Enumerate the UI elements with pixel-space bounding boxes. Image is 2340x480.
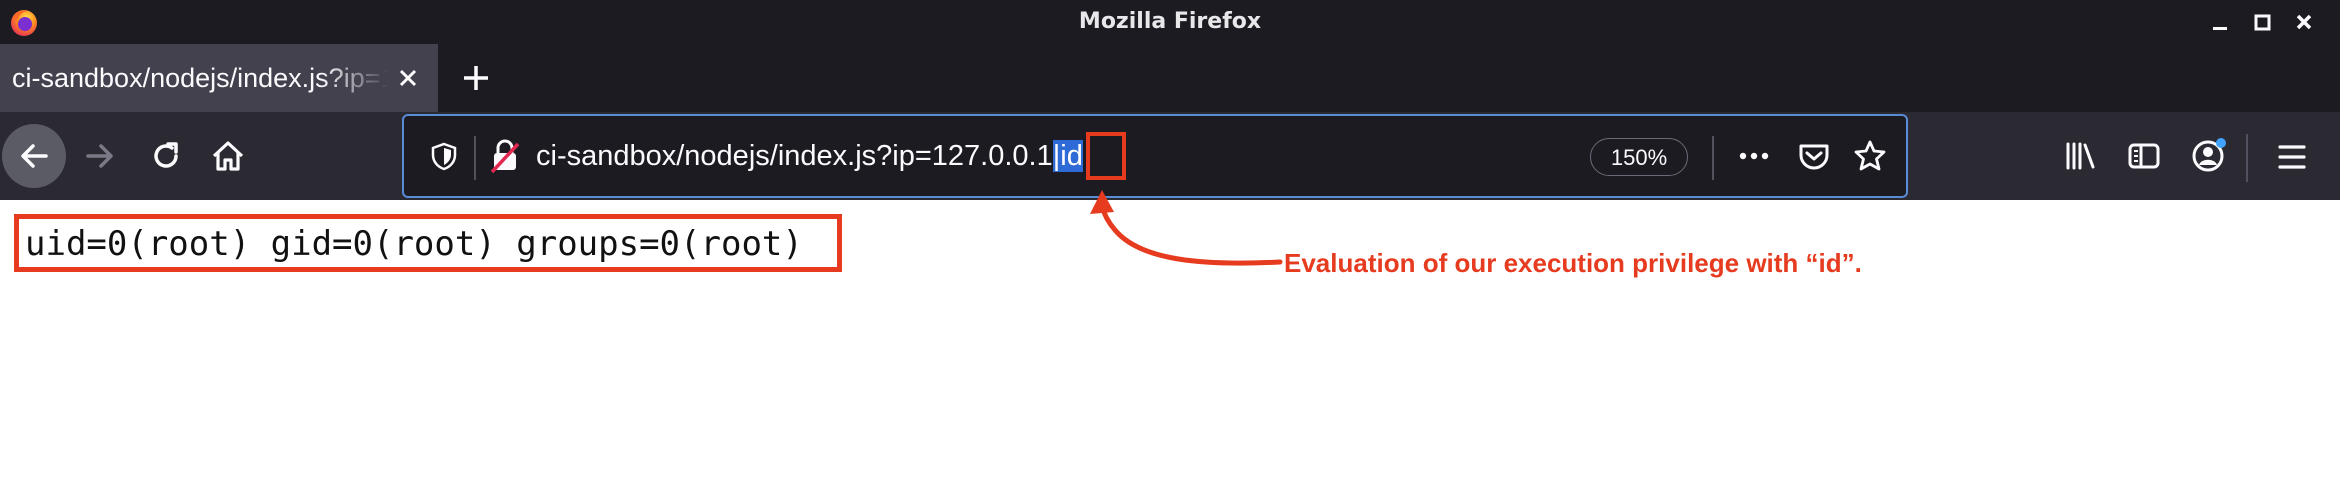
tab-close-icon[interactable]	[392, 62, 424, 94]
command-output: uid=0(root) gid=0(root) groups=0(root)	[25, 224, 803, 264]
maximize-icon[interactable]	[2248, 8, 2276, 36]
url-selection-highlight	[1086, 132, 1126, 180]
zoom-level-button[interactable]: 150%	[1590, 138, 1688, 176]
toolbar-divider	[2246, 134, 2248, 182]
minimize-icon[interactable]	[2206, 8, 2234, 36]
forward-button[interactable]	[80, 136, 120, 176]
url-text[interactable]: ci-sandbox/nodejs/index.js?ip=127.0.0.1|…	[536, 116, 1083, 196]
command-output-highlight: uid=0(root) gid=0(root) groups=0(root)	[14, 214, 842, 272]
back-button[interactable]	[2, 124, 66, 188]
home-button[interactable]	[208, 136, 248, 176]
home-icon	[212, 141, 244, 171]
forward-icon	[86, 144, 113, 168]
url-prefix: ci-sandbox/nodejs/index.js?ip=127.0.0.1	[536, 140, 1053, 172]
insecure-lock-icon[interactable]	[488, 138, 522, 174]
tracking-protection-icon[interactable]	[428, 140, 460, 172]
tab-active[interactable]: ci-sandbox/nodejs/index.js?ip=127.0.0.1|…	[0, 44, 438, 112]
back-icon	[21, 144, 48, 168]
pocket-icon[interactable]	[1796, 138, 1832, 174]
annotation-text: Evaluation of our execution privilege wi…	[1284, 248, 1862, 278]
reload-icon	[154, 142, 178, 168]
close-window-icon[interactable]	[2290, 8, 2318, 36]
bookmark-star-icon[interactable]	[1852, 138, 1888, 174]
url-divider-2	[1712, 136, 1714, 180]
tab-strip: ci-sandbox/nodejs/index.js?ip=127.0.0.1|…	[0, 44, 2340, 112]
library-icon[interactable]	[2062, 138, 2098, 174]
page-actions-icon[interactable]	[1736, 140, 1772, 172]
nav-bar: ci-sandbox/nodejs/index.js?ip=127.0.0.1|…	[0, 112, 2340, 200]
url-bar[interactable]: ci-sandbox/nodejs/index.js?ip=127.0.0.1|…	[402, 114, 1908, 198]
url-divider	[474, 136, 476, 180]
menu-icon[interactable]	[2274, 140, 2310, 174]
sidebar-icon[interactable]	[2126, 138, 2162, 174]
url-selected-text: |id	[1052, 140, 1083, 172]
window-title: Mozilla Firefox	[1078, 9, 1262, 34]
account-icon[interactable]	[2190, 136, 2228, 174]
new-tab-icon[interactable]	[458, 60, 494, 96]
tab-label-fade	[320, 44, 388, 112]
reload-button[interactable]	[146, 136, 186, 176]
title-bar: Mozilla Firefox	[0, 0, 2340, 44]
